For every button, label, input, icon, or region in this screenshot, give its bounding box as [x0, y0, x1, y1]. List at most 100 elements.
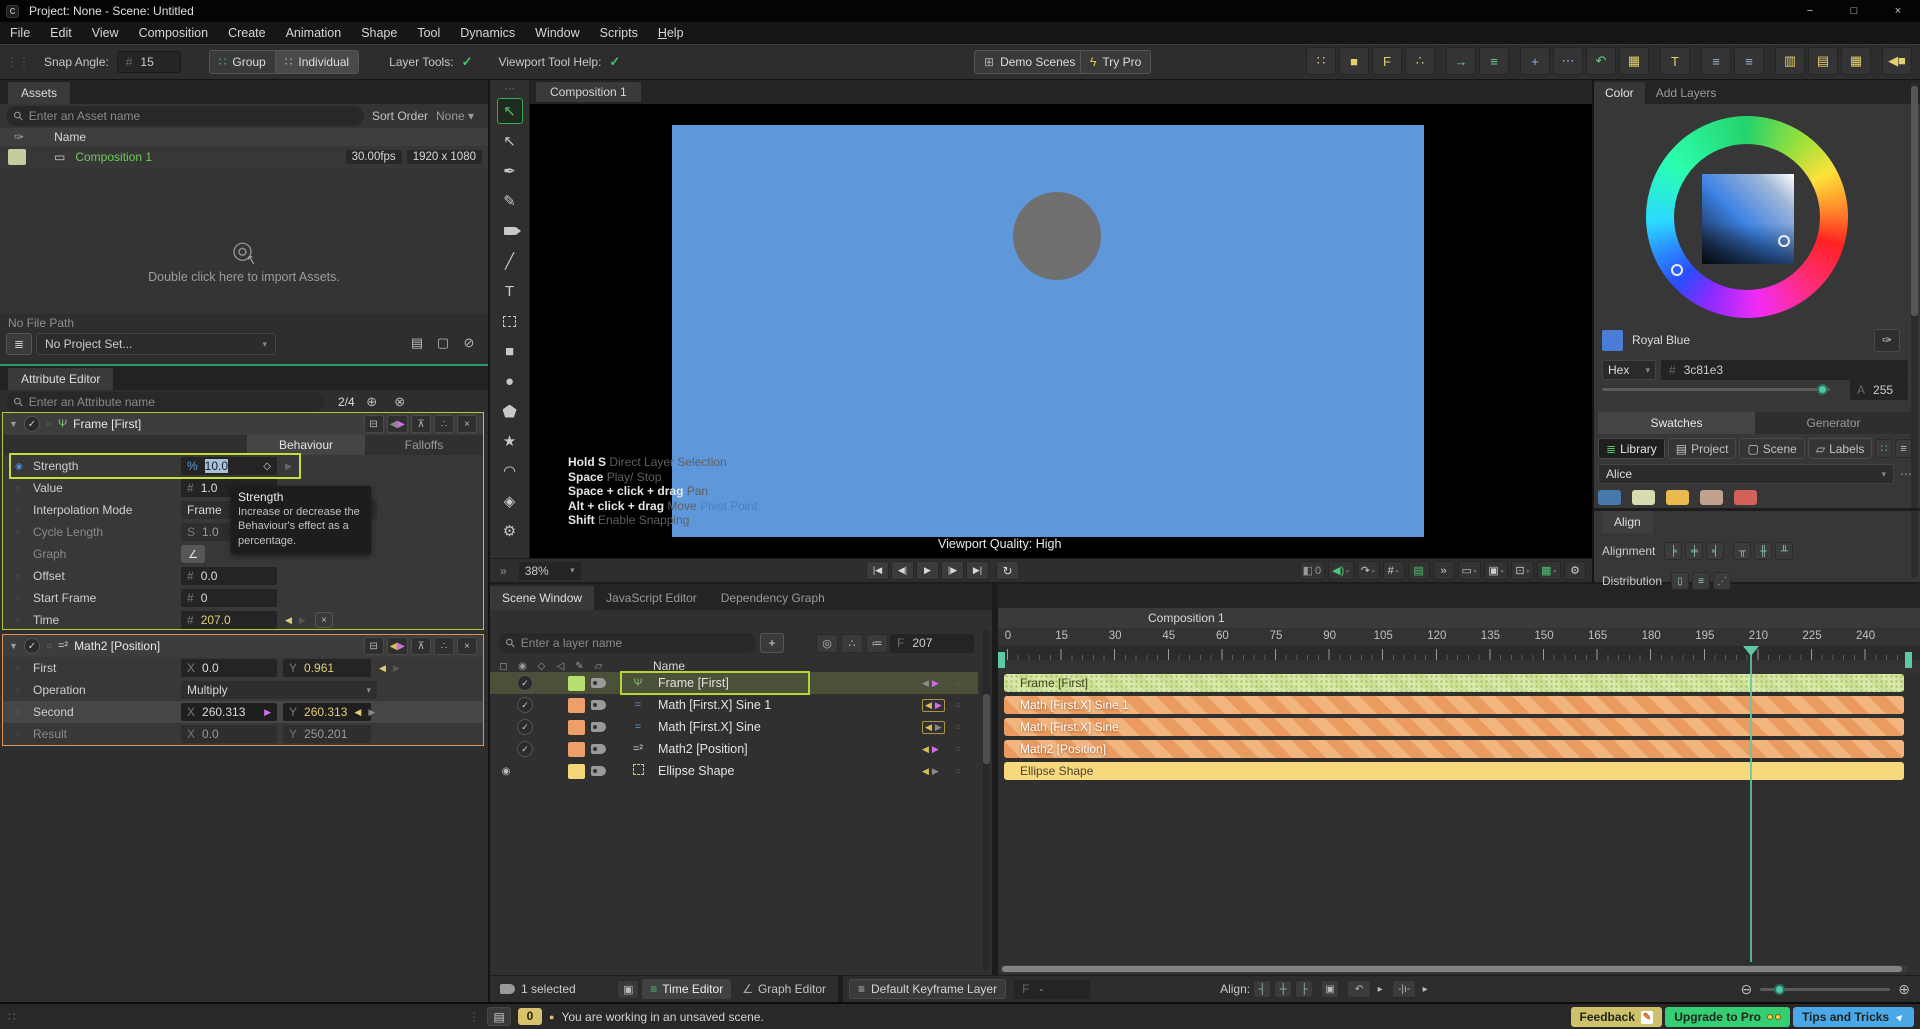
- close-button[interactable]: ×: [1876, 0, 1920, 22]
- zoom-out-icon[interactable]: ⊖: [1741, 981, 1753, 998]
- select-tool[interactable]: ↖: [496, 98, 523, 124]
- next-keyframe-icon[interactable]: ▶: [932, 678, 939, 689]
- expression-arrow-icon[interactable]: ▶: [285, 461, 292, 472]
- render-camera-icon[interactable]: ◀■: [1882, 47, 1912, 75]
- layer-name[interactable]: Ellipse Shape: [658, 764, 734, 778]
- current-color-swatch[interactable]: [1602, 329, 1623, 351]
- camera-tool[interactable]: [497, 218, 523, 244]
- keyframe-nav-arrows[interactable]: ◀ ▶: [922, 678, 939, 689]
- palette-swatch-5[interactable]: [1734, 490, 1757, 505]
- layer-search-input[interactable]: ⚲: [498, 633, 756, 653]
- toolbar-drag-handle[interactable]: ⋮⋮: [6, 55, 30, 69]
- move-dots-icon[interactable]: +: [1520, 47, 1550, 75]
- attr-row-second[interactable]: ○ Second X 260.313 ▶ Y 260.313 ◀ ▶: [3, 701, 483, 723]
- demo-scenes-button[interactable]: ⊞ Demo Scenes: [974, 50, 1086, 74]
- tab-align[interactable]: Align: [1602, 511, 1653, 533]
- duplicate-icon[interactable]: ⊡ ▸: [1511, 561, 1535, 580]
- attribute-search-input[interactable]: ⚲: [6, 392, 324, 412]
- polygon-tool[interactable]: [497, 398, 523, 424]
- asset-color-swatch[interactable]: [8, 149, 26, 165]
- checker-icon[interactable]: ▦ ▸: [1537, 561, 1561, 580]
- align-h-center-icon[interactable]: ╪: [1685, 542, 1704, 560]
- dock-icon[interactable]: ▣: [617, 979, 640, 999]
- project-set-dropdown[interactable]: No Project Set... ▾: [36, 333, 276, 355]
- asset-search-input[interactable]: ⚲: [6, 106, 364, 126]
- frame-letter-icon[interactable]: F: [1372, 47, 1402, 75]
- menu-view[interactable]: View: [82, 22, 129, 44]
- picker-col-icon[interactable]: ✎: [570, 661, 589, 672]
- tab-add-layers[interactable]: Add Layers: [1645, 82, 1728, 104]
- collapse-chevron-icon[interactable]: ▼: [9, 641, 18, 651]
- menu-help[interactable]: Help: [648, 22, 694, 44]
- keyframe-radio[interactable]: ○: [15, 615, 20, 625]
- attr-row-operation[interactable]: ○ Operation Multiply ▾: [3, 679, 483, 701]
- second-x-field[interactable]: X 260.313 ▶: [181, 703, 277, 721]
- align-bars-icon[interactable]: ≡: [1479, 47, 1509, 75]
- tab-composition-1[interactable]: Composition 1: [536, 82, 641, 102]
- screen-icon[interactable]: ▢: [432, 332, 454, 354]
- labels-button[interactable]: ▱ Labels: [1807, 438, 1873, 459]
- tab-javascript-editor[interactable]: JavaScript Editor: [594, 586, 709, 610]
- palette-swatch-3[interactable]: [1666, 490, 1689, 505]
- saturation-value-square[interactable]: [1702, 174, 1794, 264]
- lock-icon[interactable]: ◻: [494, 661, 513, 672]
- color-panel-scrollbar[interactable]: [1911, 82, 1918, 578]
- warning-count-badge[interactable]: 0: [518, 1008, 542, 1025]
- next-keyframe-icon[interactable]: ▶: [932, 766, 939, 777]
- bounds-box-icon[interactable]: ▣: [1321, 980, 1340, 998]
- blue-rectangle-shape[interactable]: [672, 125, 1424, 537]
- filmstrip-icon[interactable]: ▦: [1619, 47, 1649, 75]
- text-tool[interactable]: T: [497, 278, 523, 304]
- align-v-middle-icon[interactable]: ╫: [1754, 542, 1773, 560]
- enabled-checkbox[interactable]: ✓: [517, 675, 533, 691]
- layer-tag-icon[interactable]: [591, 678, 606, 688]
- second-y-field[interactable]: Y 260.313 ◀ ▶: [283, 703, 375, 721]
- prev-keyframe-icon[interactable]: ◀: [922, 766, 929, 777]
- transform-tool[interactable]: [497, 308, 523, 334]
- checker-icon-dropdown[interactable]: ▸: [1553, 567, 1557, 575]
- library-button[interactable]: ≣ Library: [1598, 438, 1665, 459]
- menu-create[interactable]: Create: [218, 22, 276, 44]
- timeline-ticks[interactable]: [998, 646, 1920, 660]
- layer-color-swatch[interactable]: [568, 697, 585, 713]
- solo-ring-icon[interactable]: ○: [955, 744, 961, 755]
- pin-icon[interactable]: ⊼: [411, 415, 431, 433]
- playhead-line[interactable]: [1750, 655, 1752, 962]
- tab-scene-window[interactable]: Scene Window: [490, 586, 595, 610]
- layer-row-1[interactable]: ✓ Ψ Frame [First] ◀ ▶ ○: [490, 671, 978, 695]
- keyframe-radio[interactable]: ○: [15, 527, 20, 537]
- keyframe-nav-arrows[interactable]: ◀ ▶: [922, 698, 945, 712]
- keyframe-radio[interactable]: ◉: [15, 461, 23, 472]
- eye-icon[interactable]: ◉: [513, 661, 532, 672]
- work-area-end-marker[interactable]: [1905, 652, 1912, 668]
- asset-row-composition[interactable]: ▭ Composition 1 30.00fps 1920 x 1080: [0, 146, 488, 168]
- skip-icon[interactable]: »: [1432, 561, 1455, 580]
- prev-keyframe-icon[interactable]: ◀: [925, 722, 932, 733]
- settings-gear-icon[interactable]: ⚙: [1564, 561, 1586, 580]
- align-right-icon[interactable]: ├: [1295, 980, 1314, 998]
- solo-ring-icon[interactable]: ○: [955, 722, 961, 733]
- attr-row-first[interactable]: ○ First X 0.0 Y 0.961 ◀ ▶: [3, 657, 483, 679]
- keyframe-nav-icons[interactable]: ◀ ▶: [386, 415, 408, 433]
- keyframe-radio[interactable]: ○: [15, 663, 20, 673]
- group-mode-button[interactable]: ∷ Group: [208, 50, 276, 74]
- audio-icon-dropdown[interactable]: ▸: [1346, 567, 1350, 575]
- cells-icon[interactable]: ▦: [1841, 47, 1871, 75]
- next-keyframe-icon[interactable]: ▶: [935, 722, 942, 733]
- enabled-checkbox[interactable]: ✓: [517, 697, 533, 713]
- prev-keyframe-icon[interactable]: ◀: [354, 707, 361, 718]
- attribute-search-field[interactable]: [28, 395, 316, 409]
- layer-color-swatch[interactable]: [568, 741, 585, 757]
- tab-attribute-editor[interactable]: Attribute Editor: [8, 368, 114, 390]
- move-icon[interactable]: ∴: [434, 637, 454, 655]
- solo-ring-icon[interactable]: ○: [955, 766, 961, 777]
- close-section-icon[interactable]: ×: [457, 415, 477, 433]
- enabled-checkbox[interactable]: ✓: [517, 719, 533, 735]
- duplicate-icon-dropdown[interactable]: ▸: [1527, 567, 1531, 575]
- next-keyframe-icon[interactable]: ▶: [935, 700, 942, 711]
- dots-grid-icon[interactable]: ∷: [1306, 47, 1336, 75]
- layer-name[interactable]: Math2 [Position]: [658, 742, 748, 756]
- timeline-ruler[interactable]: 0 15 30 45 60 75 90 105 120 135 150 165 180 195 210 225…: [998, 628, 1920, 646]
- settings-tool[interactable]: ⚙: [497, 518, 523, 544]
- layer-tag-icon[interactable]: [591, 722, 606, 732]
